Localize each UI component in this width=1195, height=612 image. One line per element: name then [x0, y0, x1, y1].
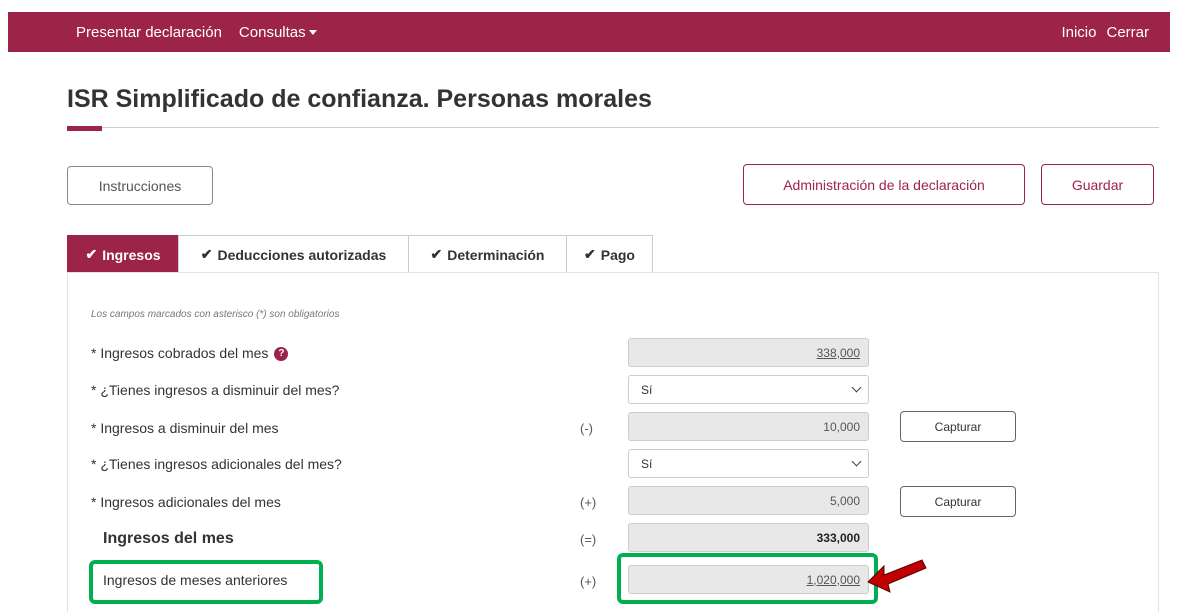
operator-plus: (+): [580, 574, 597, 589]
ingresos-meses-anteriores-field[interactable]: 1,020,000: [628, 565, 869, 594]
required-fields-note: Los campos marcados con asterisco (*) so…: [91, 309, 340, 320]
instrucciones-button[interactable]: Instrucciones: [67, 166, 213, 205]
row-label-text: * Ingresos cobrados del mes: [91, 345, 269, 361]
tab-label: Ingresos: [102, 246, 161, 263]
field-value: 5,000: [829, 493, 860, 508]
check-icon: ✔: [584, 246, 596, 262]
row-label-ingresos-disminuir: * Ingresos a disminuir del mes: [91, 420, 279, 436]
nav-consultas[interactable]: Consultas: [239, 24, 317, 41]
ingresos-cobrados-field[interactable]: 338,000: [628, 338, 869, 367]
administracion-declaracion-button[interactable]: Administración de la declaración: [743, 164, 1025, 205]
tab-label: Pago: [600, 246, 635, 263]
title-divider: [67, 127, 1159, 128]
chevron-down-icon: [851, 456, 862, 467]
nav-presentar-declaracion[interactable]: Presentar declaración: [76, 24, 222, 41]
tab-label: Deducciones autorizadas: [217, 246, 387, 263]
nav-left: Presentar declaración Consultas: [76, 24, 334, 41]
tab-determinacion[interactable]: ✔ Determinación: [408, 235, 567, 273]
ingresos-adicionales-select[interactable]: Sí: [628, 449, 869, 478]
operator-plus: (+): [580, 495, 597, 510]
nav-right: Inicio Cerrar: [1051, 24, 1149, 41]
operator-minus: (-): [580, 421, 593, 436]
ingresos-disminuir-select[interactable]: Sí: [628, 375, 869, 404]
help-icon[interactable]: ?: [274, 347, 289, 362]
field-value: 338,000: [816, 345, 860, 360]
select-value: Sí: [641, 456, 653, 471]
page-title: ISR Simplificado de confianza. Personas …: [67, 85, 652, 113]
ingresos-adicionales-field[interactable]: 5,000: [628, 486, 869, 515]
row-label-ingresos-disminuir-question: * ¿Tienes ingresos a disminuir del mes?: [91, 382, 340, 398]
nav-inicio[interactable]: Inicio: [1061, 24, 1096, 41]
row-label-ingresos-cobrados: * Ingresos cobrados del mes?: [91, 345, 289, 362]
chevron-down-icon: [851, 382, 862, 393]
capturar-disminuir-button[interactable]: Capturar: [900, 411, 1016, 442]
ingresos-disminuir-field[interactable]: 10,000: [628, 412, 869, 441]
select-value: Sí: [641, 382, 653, 397]
row-label-ingresos-meses-anteriores: Ingresos de meses anteriores: [103, 572, 288, 588]
red-arrow-icon: [867, 559, 927, 593]
row-label-ingresos-del-mes: Ingresos del mes: [103, 530, 234, 547]
nav-consultas-label: Consultas: [238, 23, 306, 41]
tab-ingresos[interactable]: ✔ Ingresos: [67, 235, 179, 273]
ingresos-del-mes-field: 333,000: [628, 523, 869, 552]
row-label-ingresos-adicionales: * Ingresos adicionales del mes: [91, 494, 281, 510]
field-value: 10,000: [823, 419, 860, 434]
capturar-adicionales-button[interactable]: Capturar: [900, 486, 1016, 517]
tab-deducciones-autorizadas[interactable]: ✔ Deducciones autorizadas: [178, 235, 409, 273]
nav-cerrar[interactable]: Cerrar: [1106, 24, 1149, 41]
field-value: 333,000: [816, 530, 860, 545]
check-icon: ✔: [430, 246, 443, 262]
tab-bar: ✔ Ingresos ✔ Deducciones autorizadas ✔ Dete…: [67, 235, 653, 273]
operator-equals: (=): [580, 532, 597, 547]
title-accent-bar: [67, 126, 102, 131]
row-label-ingresos-adicionales-question: * ¿Tienes ingresos adicionales del mes?: [91, 456, 342, 472]
tab-label: Determinación: [447, 246, 545, 263]
tab-pago[interactable]: ✔ Pago: [566, 235, 653, 273]
check-icon: ✔: [85, 246, 98, 262]
check-icon: ✔: [200, 246, 213, 262]
guardar-button[interactable]: Guardar: [1041, 164, 1154, 205]
caret-down-icon: [308, 30, 317, 36]
top-navbar: Presentar declaración Consultas Inicio C…: [8, 12, 1170, 52]
field-value: 1,020,000: [806, 572, 860, 587]
